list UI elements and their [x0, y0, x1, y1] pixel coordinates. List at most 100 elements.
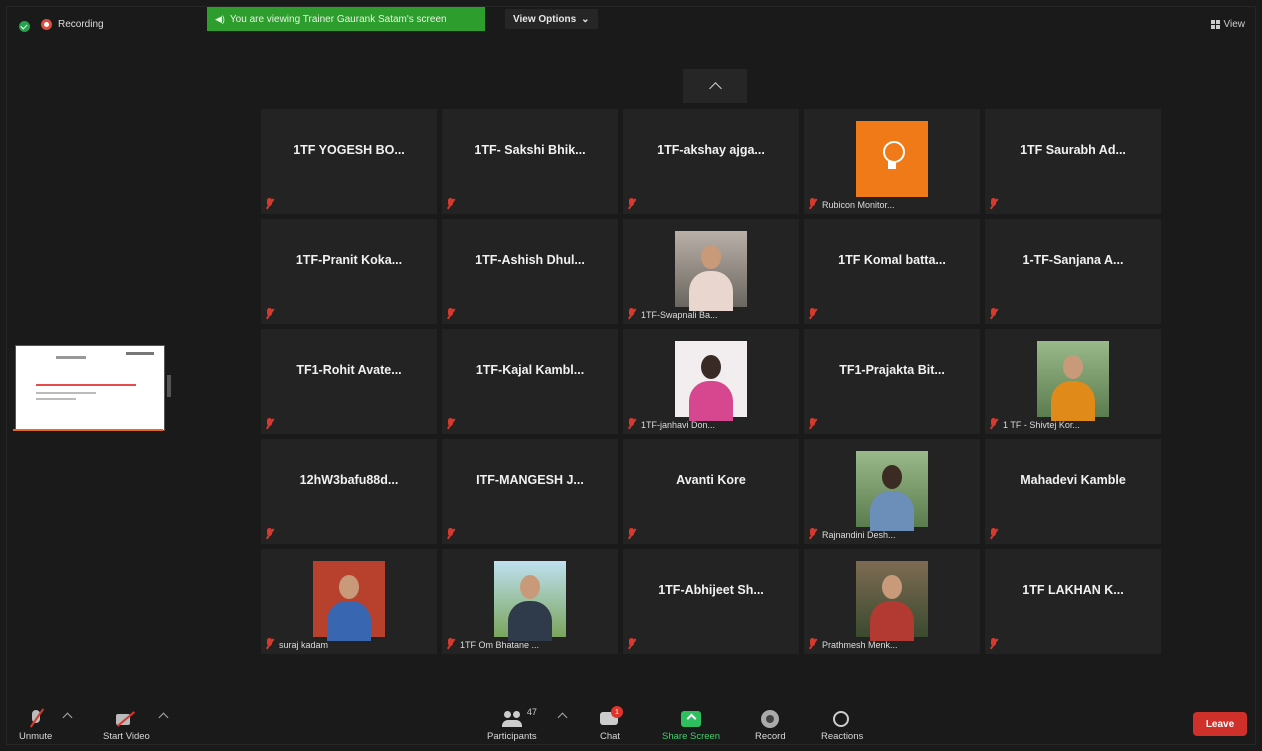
- muted-mic-icon: [627, 198, 636, 209]
- participant-name: 1TF-akshay ajga...: [657, 142, 765, 157]
- participant-tile[interactable]: 1TF-janhavi Don...: [623, 329, 799, 434]
- chevron-down-icon: ⌄: [581, 13, 590, 25]
- participant-name: TF1-Prajakta Bit...: [839, 362, 945, 377]
- participant-tile[interactable]: 1TF YOGESH BO...: [261, 109, 437, 214]
- participant-tile[interactable]: suraj kadam: [261, 549, 437, 654]
- participant-tile[interactable]: 1TF-Kajal Kambl...: [442, 329, 618, 434]
- participant-name: 1TF-Kajal Kambl...: [475, 362, 585, 377]
- muted-microphone-icon: [25, 709, 47, 729]
- view-button[interactable]: View: [1210, 19, 1245, 30]
- participant-name: 1TF YOGESH BO...: [293, 142, 405, 157]
- participant-tile[interactable]: 1TF Komal batta...: [804, 219, 980, 324]
- participant-name: 1TF LAKHAN K...: [1022, 582, 1124, 597]
- grid-icon: [1210, 20, 1220, 29]
- participant-tile[interactable]: 12hW3bafu88d...: [261, 439, 437, 544]
- chat-unread-badge: 1: [611, 706, 623, 718]
- unmute-button[interactable]: Unmute: [19, 709, 52, 742]
- thumbnail-line: [36, 384, 136, 386]
- muted-mic-icon: [446, 528, 455, 539]
- muted-mic-icon: [627, 308, 636, 319]
- participant-tile[interactable]: TF1-Rohit Avate...: [261, 329, 437, 434]
- video-options-chevron-icon[interactable]: [158, 712, 169, 723]
- participant-tile[interactable]: 1TF- Sakshi Bhik...: [442, 109, 618, 214]
- share-screen-label: Share Screen: [662, 731, 721, 742]
- participant-label: Rubicon Monitor...: [822, 200, 895, 210]
- view-options-button[interactable]: View Options ⌄: [505, 9, 598, 29]
- participant-tile[interactable]: Mahadevi Kamble: [985, 439, 1161, 544]
- participant-name: 1TF Saurabh Ad...: [1020, 142, 1126, 157]
- chat-icon: 1: [599, 706, 623, 729]
- security-shield-icon[interactable]: [19, 21, 30, 32]
- muted-mic-icon: [446, 308, 455, 319]
- share-screen-icon: [680, 709, 702, 729]
- profile-picture: [856, 121, 928, 197]
- recording-label: Recording: [58, 19, 104, 30]
- meeting-toolbar: Unmute Start Video 47 Participants 1 Cha…: [7, 698, 1255, 744]
- participant-tile[interactable]: 1TF-Abhijeet Sh...: [623, 549, 799, 654]
- share-screen-button[interactable]: Share Screen: [662, 709, 720, 742]
- muted-mic-icon: [989, 308, 998, 319]
- viewing-banner: ◀) You are viewing Trainer Gaurank Satam…: [207, 7, 485, 31]
- participant-tile[interactable]: TF1-Prajakta Bit...: [804, 329, 980, 434]
- profile-picture: [1037, 341, 1109, 421]
- view-options-label: View Options: [513, 13, 577, 25]
- muted-mic-icon: [627, 528, 636, 539]
- recording-indicator[interactable]: Recording: [41, 19, 104, 30]
- participant-name: 12hW3bafu88d...: [299, 472, 399, 487]
- muted-mic-icon: [989, 528, 998, 539]
- participant-tile[interactable]: 1TF Saurabh Ad...: [985, 109, 1161, 214]
- reactions-button[interactable]: Reactions: [821, 709, 863, 742]
- speaker-icon: ◀): [215, 13, 225, 24]
- participant-name: 1TF-Abhijeet Sh...: [658, 582, 764, 597]
- participant-tile[interactable]: 1TF-Swapnali Ba...: [623, 219, 799, 324]
- participant-tile[interactable]: Rajnandini Desh...: [804, 439, 980, 544]
- participant-tile[interactable]: 1TF LAKHAN K...: [985, 549, 1161, 654]
- profile-picture: [856, 561, 928, 641]
- participant-tile[interactable]: ITF-MANGESH J...: [442, 439, 618, 544]
- muted-mic-icon: [265, 638, 274, 649]
- participant-name: 1TF-Pranit Koka...: [295, 252, 403, 267]
- participant-name: 1TF Komal batta...: [838, 252, 946, 267]
- leave-button[interactable]: Leave: [1193, 712, 1247, 736]
- participant-tile[interactable]: Avanti Kore: [623, 439, 799, 544]
- participant-name: ITF-MANGESH J...: [476, 472, 584, 487]
- participant-tile[interactable]: 1TF Om Bhatane ...: [442, 549, 618, 654]
- participant-tile[interactable]: 1-TF-Sanjana A...: [985, 219, 1161, 324]
- participant-tile[interactable]: 1TF-akshay ajga...: [623, 109, 799, 214]
- shared-screen-thumbnail[interactable]: [15, 345, 165, 431]
- participant-tile[interactable]: Prathmesh Menk...: [804, 549, 980, 654]
- record-label: Record: [755, 731, 786, 742]
- thumbnail-title: [56, 356, 86, 359]
- participant-label: suraj kadam: [279, 640, 329, 650]
- meeting-window: Recording ◀) You are viewing Trainer Gau…: [6, 6, 1256, 745]
- participant-tile[interactable]: 1TF-Ashish Dhul...: [442, 219, 618, 324]
- participant-tile[interactable]: Rubicon Monitor...: [804, 109, 980, 214]
- participant-tile[interactable]: 1TF-Pranit Koka...: [261, 219, 437, 324]
- muted-mic-icon: [808, 528, 817, 539]
- previous-page-button[interactable]: [683, 69, 747, 103]
- chat-button[interactable]: 1 Chat: [599, 706, 623, 742]
- participants-button[interactable]: 47 Participants: [487, 707, 537, 742]
- audio-options-chevron-icon[interactable]: [62, 712, 73, 723]
- thumbnail-resize-handle[interactable]: [167, 375, 171, 397]
- thumbnail-logo: [126, 352, 154, 355]
- participant-label: Rajnandini Desh...: [822, 530, 896, 540]
- participant-tile[interactable]: 1 TF - Shivtej Kor...: [985, 329, 1161, 434]
- participant-name: TF1-Rohit Avate...: [296, 362, 402, 377]
- participant-name: Mahadevi Kamble: [1020, 472, 1126, 487]
- participants-options-chevron-icon[interactable]: [557, 712, 568, 723]
- video-off-icon: [115, 709, 137, 729]
- record-button[interactable]: Record: [755, 709, 786, 742]
- participants-label: Participants: [487, 731, 537, 742]
- thumbnail-line: [36, 392, 96, 394]
- muted-mic-icon: [808, 418, 817, 429]
- participant-name: 1TF- Sakshi Bhik...: [474, 142, 586, 157]
- record-icon: [759, 709, 781, 729]
- start-video-button[interactable]: Start Video: [103, 709, 150, 742]
- muted-mic-icon: [265, 418, 274, 429]
- reactions-icon: [831, 709, 853, 729]
- muted-mic-icon: [265, 528, 274, 539]
- thumbnail-line: [36, 398, 76, 400]
- viewing-text: You are viewing Trainer Gaurank Satam's …: [229, 13, 447, 25]
- muted-mic-icon: [808, 638, 817, 649]
